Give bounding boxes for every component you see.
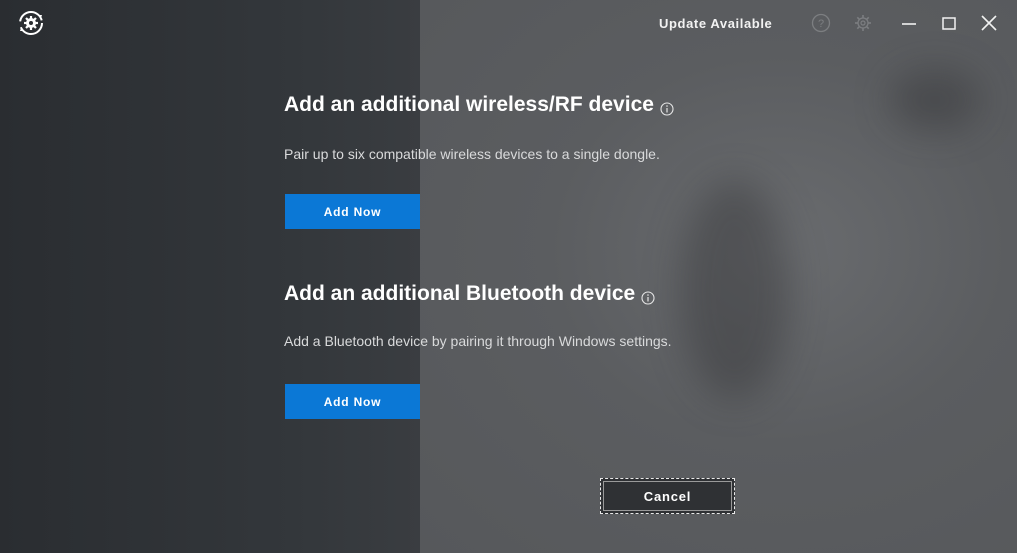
background-device-blur <box>890 70 980 130</box>
add-rf-device-button[interactable]: Add Now <box>285 194 420 229</box>
rf-section-title-text: Add an additional wireless/RF device <box>284 93 654 116</box>
bluetooth-section-title: Add an additional Bluetooth device <box>284 282 655 306</box>
rf-section-description: Pair up to six compatible wireless devic… <box>284 146 660 162</box>
bluetooth-section-description: Add a Bluetooth device by pairing it thr… <box>284 333 672 349</box>
info-icon[interactable] <box>660 98 674 116</box>
left-panel-background <box>0 0 420 553</box>
info-icon[interactable] <box>641 287 655 305</box>
rf-section-title: Add an additional wireless/RF device <box>284 93 674 117</box>
update-available-link[interactable]: Update Available <box>659 16 772 31</box>
right-panel-background <box>420 0 1017 553</box>
background-device-blur <box>680 180 790 400</box>
help-icon[interactable]: ? <box>810 12 832 34</box>
svg-text:?: ? <box>818 18 824 30</box>
maximize-icon[interactable] <box>938 12 960 34</box>
minimize-icon[interactable] <box>898 12 920 34</box>
title-bar: Update Available ? <box>0 0 1017 48</box>
app-logo-icon <box>18 10 44 36</box>
close-icon[interactable] <box>978 12 1000 34</box>
settings-icon[interactable] <box>852 12 874 34</box>
bluetooth-section-title-text: Add an additional Bluetooth device <box>284 282 636 305</box>
add-bluetooth-device-button[interactable]: Add Now <box>285 384 420 419</box>
cancel-button[interactable]: Cancel <box>600 478 735 514</box>
